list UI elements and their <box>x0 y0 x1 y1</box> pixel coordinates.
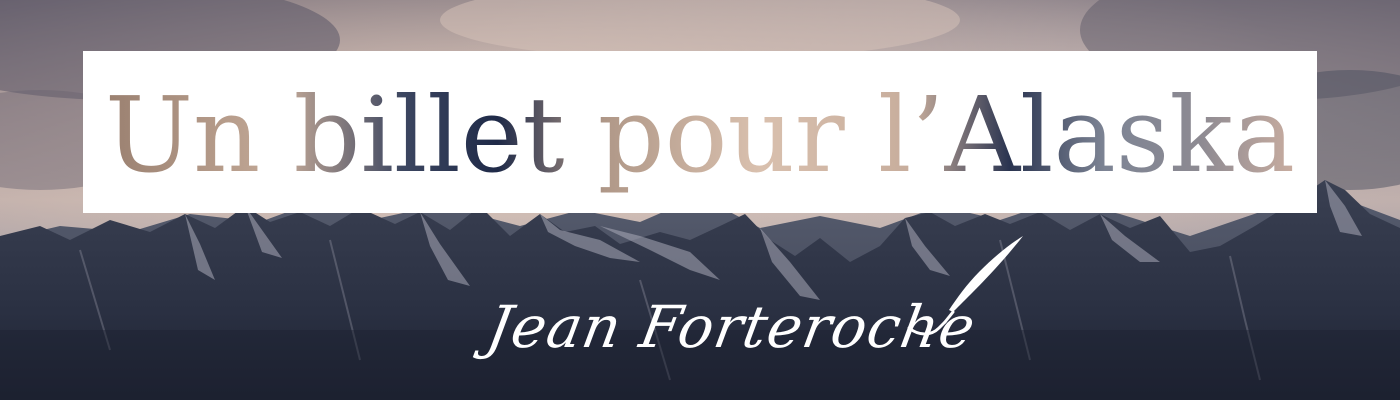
alaska-blog-banner: Un billet pour l’Alaska Jean Forteroche <box>0 0 1400 400</box>
site-title: Un billet pour l’Alaska <box>105 74 1295 196</box>
author-signature: Jean Forteroche <box>481 293 982 361</box>
title-box: Un billet pour l’Alaska <box>83 51 1317 213</box>
site-title-cutout: Un billet pour l’Alaska <box>105 74 1295 196</box>
quill-pen-icon <box>907 236 1023 336</box>
